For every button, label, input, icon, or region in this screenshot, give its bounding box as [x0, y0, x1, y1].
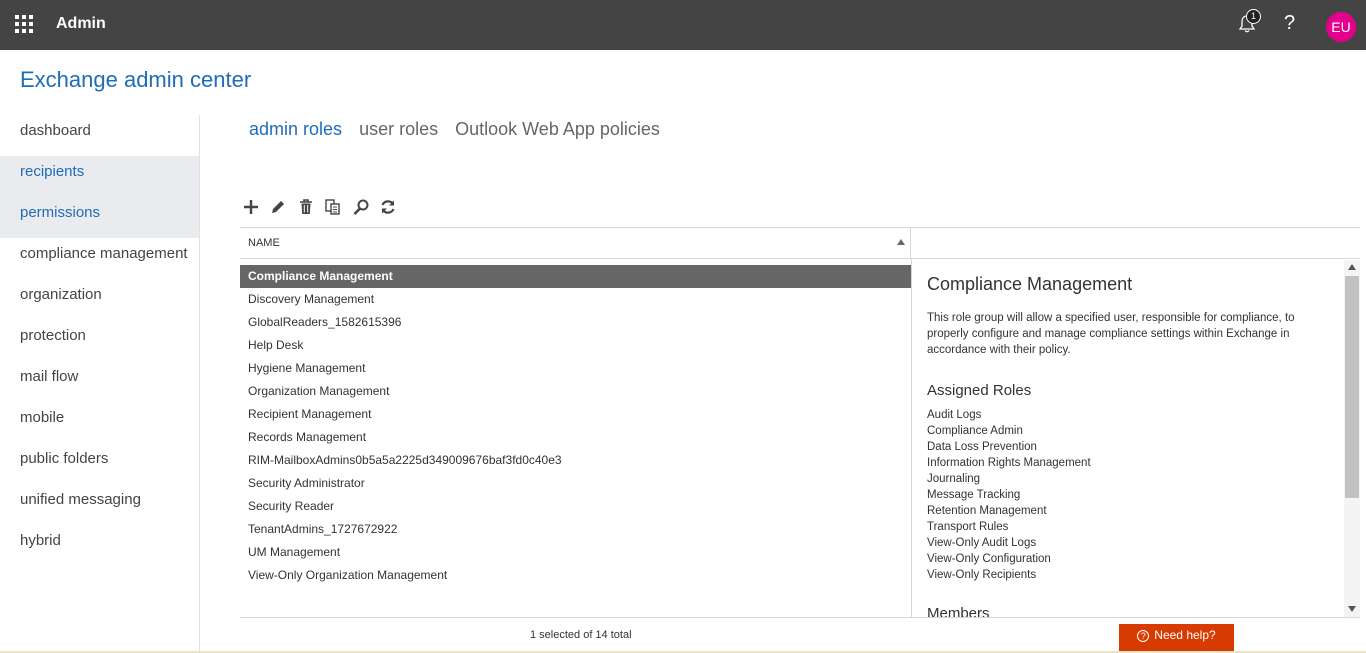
table-row[interactable]: Organization Management — [240, 380, 911, 403]
assigned-roles-heading: Assigned Roles — [927, 382, 1032, 399]
members-heading: Members — [927, 605, 990, 617]
nav-item-protection[interactable]: protection — [0, 320, 199, 361]
tab-outlook-web-app-policies[interactable]: Outlook Web App policies — [455, 119, 660, 140]
details-title: Compliance Management — [927, 274, 1133, 294]
list-item: View-Only Recipients — [927, 569, 1037, 581]
table-row[interactable]: Security Administrator — [240, 472, 911, 495]
sort-ascending-icon[interactable] — [897, 239, 905, 245]
list-rows: Compliance Management Discovery Manageme… — [240, 265, 911, 587]
refresh-icon[interactable] — [378, 197, 398, 217]
nav-item-public-folders[interactable]: public folders — [0, 443, 199, 484]
list-item: View-Only Audit Logs — [927, 537, 1037, 549]
nav-item-unified-messaging[interactable]: unified messaging — [0, 484, 199, 525]
column-header-name[interactable]: NAME — [248, 237, 280, 249]
details-pane: Compliance Management This role group wi… — [912, 260, 1344, 617]
details-scrollbar[interactable] — [1344, 260, 1360, 617]
nav-item-permissions[interactable]: permissions — [0, 197, 199, 238]
assigned-roles-list: Audit Logs Compliance Admin Data Loss Pr… — [927, 407, 1344, 583]
table-row[interactable]: Hygiene Management — [240, 357, 911, 380]
nav-item-compliance-management[interactable]: compliance management — [0, 238, 199, 279]
tab-bar: admin roles user roles Outlook Web App p… — [249, 119, 672, 140]
role-groups-list: NAME Compliance Management Discovery Man… — [240, 227, 911, 617]
scroll-up-icon[interactable] — [1348, 264, 1356, 270]
list-item: Transport Rules — [927, 521, 1009, 533]
list-item: Data Loss Prevention — [927, 441, 1037, 453]
question-circle-icon: ? — [1137, 630, 1150, 642]
nav-item-recipients[interactable]: recipients — [0, 156, 199, 197]
search-icon[interactable] — [351, 197, 371, 217]
details-description: This role group will allow a specified u… — [927, 312, 1295, 356]
add-icon[interactable] — [241, 197, 261, 217]
list-item: View-Only Configuration — [927, 553, 1051, 565]
table-row[interactable]: UM Management — [240, 541, 911, 564]
selection-status: 1 selected of 14 total — [530, 629, 632, 641]
nav-item-mail-flow[interactable]: mail flow — [0, 361, 199, 402]
notification-count-badge: 1 — [1246, 9, 1261, 24]
table-row[interactable]: Compliance Management — [240, 265, 911, 288]
list-item: Journaling — [927, 473, 981, 485]
list-item: Message Tracking — [927, 489, 1021, 501]
nav-item-mobile[interactable]: mobile — [0, 402, 199, 443]
delete-icon[interactable] — [296, 197, 316, 217]
nav-item-hybrid[interactable]: hybrid — [0, 525, 199, 566]
table-row[interactable]: Help Desk — [240, 334, 911, 357]
details-header — [911, 227, 1360, 259]
scroll-thumb[interactable] — [1345, 276, 1359, 498]
table-row[interactable]: Security Reader — [240, 495, 911, 518]
table-row[interactable]: GlobalReaders_1582615396 — [240, 311, 911, 334]
table-row[interactable]: RIM-MailboxAdmins0b5a5a2225d349009676baf… — [240, 449, 911, 472]
app-launcher-icon[interactable] — [15, 15, 33, 33]
nav-divider — [199, 115, 200, 653]
list-item: Information Rights Management — [927, 457, 1091, 469]
top-bar: Admin 1 ? EU — [0, 0, 1366, 50]
toolbar — [241, 197, 401, 217]
copy-icon[interactable] — [323, 197, 343, 217]
tab-admin-roles[interactable]: admin roles — [249, 119, 342, 140]
table-row[interactable]: TenantAdmins_1727672922 — [240, 518, 911, 541]
table-row[interactable]: View-Only Organization Management — [240, 564, 911, 587]
list-item: Audit Logs — [927, 409, 982, 421]
page-title: Exchange admin center — [20, 67, 252, 92]
left-navigation: dashboard recipients permissions complia… — [0, 115, 199, 566]
list-item: Compliance Admin — [927, 425, 1023, 437]
scroll-down-icon[interactable] — [1348, 606, 1356, 612]
tab-user-roles[interactable]: user roles — [359, 119, 438, 140]
avatar[interactable]: EU — [1326, 12, 1356, 42]
table-row[interactable]: Discovery Management — [240, 288, 911, 311]
need-help-button[interactable]: ? Need help? — [1119, 624, 1234, 653]
list-item: Retention Management — [927, 505, 1047, 517]
nav-item-organization[interactable]: organization — [0, 279, 199, 320]
edit-icon[interactable] — [268, 197, 288, 217]
nav-item-dashboard[interactable]: dashboard — [0, 115, 199, 156]
table-row[interactable]: Records Management — [240, 426, 911, 449]
footer-divider — [240, 617, 1360, 618]
list-header: NAME — [240, 228, 911, 259]
help-icon[interactable]: ? — [1284, 12, 1295, 35]
app-title[interactable]: Admin — [56, 15, 106, 33]
need-help-label: Need help? — [1154, 628, 1216, 642]
table-row[interactable]: Recipient Management — [240, 403, 911, 426]
